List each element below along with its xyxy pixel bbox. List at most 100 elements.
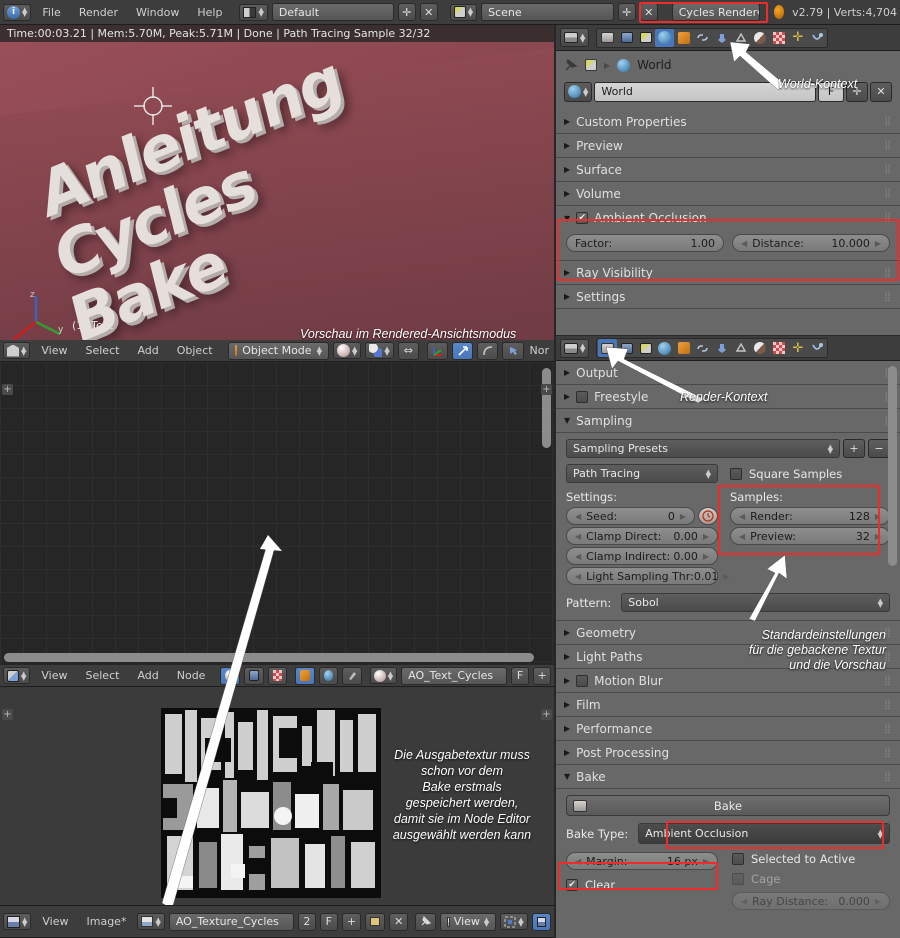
image-menu-view[interactable]: View xyxy=(35,915,75,928)
editor-type-properties[interactable]: ▲▼ xyxy=(560,28,589,47)
arrow-right-icon[interactable]: ▶ xyxy=(703,532,709,541)
selected-to-active-row[interactable]: Selected to Active xyxy=(732,852,890,866)
panel-film[interactable]: ▶ Film ⣿ xyxy=(556,693,900,717)
panel-custom-properties[interactable]: ▶ Custom Properties ⣿ xyxy=(556,110,900,134)
menu-file[interactable]: File xyxy=(35,6,67,19)
editor-type-3dview[interactable]: ▲▼ xyxy=(3,342,30,359)
interaction-mode-selector[interactable]: Object Mode ▲▼ xyxy=(228,342,329,360)
tab-render[interactable] xyxy=(598,339,617,357)
delete-layout-button[interactable]: ✕ xyxy=(420,3,438,21)
panel-volume[interactable]: ▶ Volume ⣿ xyxy=(556,182,900,206)
remove-preset-button[interactable]: − xyxy=(868,439,890,458)
pin-icon[interactable] xyxy=(564,58,578,72)
shader-type-object-button[interactable] xyxy=(220,667,240,685)
panel-ambient-occlusion[interactable]: ▼ ✔ Ambient Occlusion ⣿ xyxy=(556,206,900,230)
node-editor-hscrollbar[interactable] xyxy=(4,653,534,662)
square-samples-checkbox[interactable] xyxy=(730,468,742,480)
material-datablock-field[interactable]: AO_Text_Cycles xyxy=(401,667,507,685)
ambient-occlusion-checkbox[interactable]: ✔ xyxy=(576,212,588,224)
screen-layout-selector[interactable]: ▲▼ xyxy=(239,4,267,21)
light-sampling-threshold-field[interactable]: ◀ Light Sampling Thr: 0.01 ▶ xyxy=(566,567,718,585)
seed-field[interactable]: ◀ Seed: 0 ▶ xyxy=(566,507,695,525)
material-new-button[interactable]: + xyxy=(533,667,551,685)
panel-performance[interactable]: ▶ Performance ⣿ xyxy=(556,717,900,741)
arrow-left-icon[interactable]: ◀ xyxy=(575,552,581,561)
editor-type-info[interactable]: i ▲▼ xyxy=(3,4,31,21)
menu-window[interactable]: Window xyxy=(129,6,186,19)
properties-editor-world[interactable]: ▲▼ ✛ ▶ World xyxy=(556,25,900,335)
tab-texture[interactable] xyxy=(807,29,826,47)
context-brush-button[interactable] xyxy=(342,667,362,685)
arrow-left-icon[interactable]: ◀ xyxy=(741,239,747,248)
snap-toggle[interactable]: ⇔ xyxy=(398,342,419,360)
clear-row[interactable]: ✔ Clear xyxy=(566,878,718,892)
render-samples-field[interactable]: ◀ Render: 128 ▶ xyxy=(730,507,890,525)
panel-sampling[interactable]: ▼ Sampling ⣿ xyxy=(556,409,900,433)
image-fake-user-button[interactable]: F xyxy=(320,913,338,931)
node-panel-toggle-right[interactable]: + xyxy=(541,384,552,395)
node-menu-add[interactable]: Add xyxy=(130,669,165,682)
margin-field[interactable]: ◀ Margin: 16 px ▶ xyxy=(566,852,718,870)
tab-physics[interactable] xyxy=(750,339,769,357)
image-menu-image[interactable]: Image* xyxy=(80,915,134,928)
ao-distance-field[interactable]: ◀ Distance: 10.000 ▶ xyxy=(732,234,890,252)
arrow-right-icon[interactable]: ▶ xyxy=(875,532,881,541)
viewport-shading-selector[interactable]: ▲▼ xyxy=(333,342,361,359)
tab-modifiers[interactable] xyxy=(712,339,731,357)
arrow-left-icon[interactable]: ◀ xyxy=(739,532,745,541)
shader-type-world-button[interactable] xyxy=(244,667,264,685)
arrow-right-icon[interactable]: ▶ xyxy=(723,572,729,581)
scene-selector[interactable]: ▲▼ xyxy=(450,4,477,21)
motion-blur-checkbox[interactable] xyxy=(576,675,588,687)
baked-texture-preview[interactable] xyxy=(161,708,381,898)
material-browse-button[interactable]: ▲▼ xyxy=(370,667,397,684)
viewport-3d[interactable]: AnleitungCyclesBake z y (1) Text Vorscha… xyxy=(0,25,554,340)
uv-sync-button[interactable] xyxy=(532,913,551,931)
panel-surface[interactable]: ▶ Surface ⣿ xyxy=(556,158,900,182)
tab-scene[interactable] xyxy=(636,29,655,47)
freestyle-checkbox[interactable] xyxy=(576,391,588,403)
tab-material[interactable]: ✛ xyxy=(788,29,807,47)
panel-ray-visibility[interactable]: ▶ Ray Visibility ⣿ xyxy=(556,261,900,285)
image-view-mode-selector[interactable]: View ▲▼ xyxy=(440,913,496,931)
arrow-right-icon[interactable]: ▶ xyxy=(875,897,881,906)
square-samples-row[interactable]: Square Samples xyxy=(730,467,842,481)
arrow-left-icon[interactable]: ◀ xyxy=(575,857,581,866)
scale-manipulator-button[interactable] xyxy=(477,342,498,360)
arrow-left-icon[interactable]: ◀ xyxy=(575,572,581,581)
editor-type-node[interactable]: ▲▼ xyxy=(3,667,30,684)
tab-object[interactable] xyxy=(674,29,693,47)
clamp-direct-field[interactable]: ◀ Clamp Direct: 0.00 ▶ xyxy=(566,527,718,545)
selected-to-active-checkbox[interactable] xyxy=(732,853,744,865)
manipulator-extra-button[interactable] xyxy=(502,342,523,360)
tab-physics[interactable] xyxy=(750,29,769,47)
world-browse-button[interactable]: ▲▼ xyxy=(564,82,592,102)
scene-icon[interactable] xyxy=(585,59,597,71)
image-panel-toggle-right[interactable]: + xyxy=(541,709,552,720)
bake-type-dropdown[interactable]: Ambient Occlusion ▲▼ xyxy=(638,823,890,844)
node-menu-view[interactable]: View xyxy=(34,669,74,682)
cage-checkbox[interactable] xyxy=(732,873,744,885)
tab-constraints[interactable] xyxy=(693,339,712,357)
bake-button[interactable]: Bake xyxy=(566,795,890,816)
arrow-right-icon[interactable]: ▶ xyxy=(703,857,709,866)
arrow-left-icon[interactable]: ◀ xyxy=(741,897,747,906)
add-preset-button[interactable]: + xyxy=(843,439,865,458)
tab-render-layers[interactable] xyxy=(617,29,636,47)
image-browse-selector[interactable]: ▲▼ xyxy=(137,913,164,930)
tab-material[interactable]: ✛ xyxy=(788,339,807,357)
arrow-right-icon[interactable]: ▶ xyxy=(875,239,881,248)
integrator-dropdown[interactable]: Path Tracing ▲▼ xyxy=(566,464,718,483)
panel-post-processing[interactable]: ▶ Post Processing ⣿ xyxy=(556,741,900,765)
editor-type-uvimage[interactable]: ▲▼ xyxy=(3,913,31,930)
delete-scene-button[interactable]: ✕ xyxy=(640,3,658,21)
new-scene-button[interactable]: ✛ xyxy=(618,3,636,21)
tab-world[interactable] xyxy=(655,339,674,357)
preview-samples-field[interactable]: ◀ Preview: 32 ▶ xyxy=(730,527,890,545)
tab-object-data[interactable] xyxy=(769,29,788,47)
node-panel-toggle-left[interactable]: + xyxy=(2,384,13,395)
rotate-manipulator-button[interactable] xyxy=(452,342,473,360)
view3d-menu-object[interactable]: Object xyxy=(170,344,220,357)
arrow-left-icon[interactable]: ◀ xyxy=(575,512,581,521)
view3d-menu-select[interactable]: Select xyxy=(79,344,127,357)
